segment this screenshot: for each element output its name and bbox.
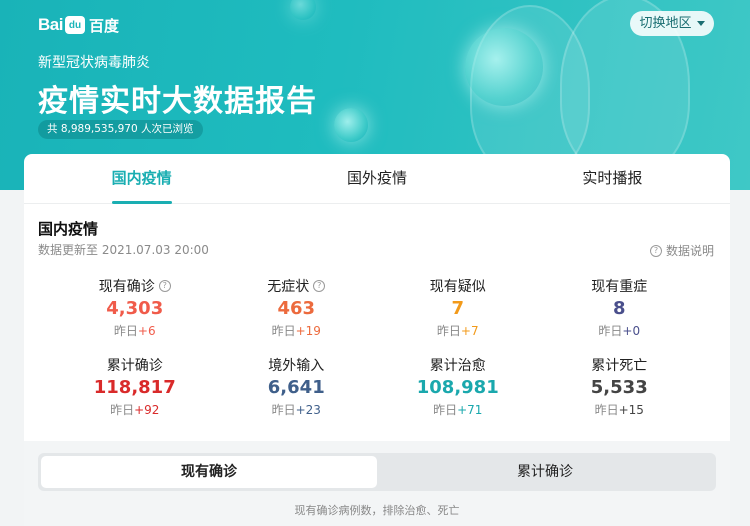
info-icon[interactable]: ? [313, 280, 326, 292]
stat-total-cured: 累计治愈 108,981 昨日+71 [377, 355, 539, 425]
stat-value: 108,981 [416, 377, 499, 398]
stat-total-deaths: 累计死亡 5,533 昨日+15 [539, 355, 701, 425]
chart-footnote: 现有确诊病例数，排除治愈、死亡 [294, 504, 460, 517]
data-note-link[interactable]: ? 数据说明 [649, 242, 714, 259]
delta-value: +6 [137, 324, 156, 338]
stats-card: 国内疫情 国外疫情 实时播报 国内疫情 数据更新至 2021.07.03 20:… [24, 154, 730, 526]
stat-value: 463 [277, 298, 316, 319]
delta-value: +19 [295, 324, 321, 338]
stat-label: 累计确诊 [106, 358, 163, 374]
virus-illustration-small [334, 108, 368, 142]
stat-delta: 昨日+92 [54, 401, 216, 417]
data-note-label: 数据说明 [665, 244, 714, 258]
stat-value: 118,817 [93, 377, 176, 398]
stat-total-confirmed: 累计确诊 118,817 昨日+92 [54, 355, 216, 425]
stat-delta: 昨日+7 [377, 322, 539, 338]
page-subtitle: 新型冠状病毒肺炎 [38, 55, 150, 71]
tab-domestic[interactable]: 国内疫情 [24, 154, 259, 204]
virus-illustration-large [465, 28, 543, 106]
delta-prefix: 昨日 [271, 403, 296, 417]
stat-label: 现有疑似 [429, 279, 486, 295]
stat-label: 境外输入 [268, 358, 325, 374]
delta-prefix: 昨日 [436, 324, 461, 338]
question-icon: ? [649, 244, 662, 257]
stat-value: 6,641 [267, 377, 325, 398]
stat-imported: 境外输入 6,641 昨日+23 [216, 355, 378, 425]
tab-bar: 国内疫情 国外疫情 实时播报 [24, 154, 730, 204]
chart-toggle: 现有确诊 累计确诊 [38, 453, 716, 491]
chart-toggle-area: 现有确诊 累计确诊 现有确诊病例数，排除治愈、死亡 [24, 441, 730, 526]
delta-value: +23 [295, 403, 321, 417]
stat-label: 无症状 [267, 279, 310, 295]
stat-delta: 昨日+6 [54, 322, 216, 338]
delta-prefix: 昨日 [433, 403, 458, 417]
toggle-current-confirmed[interactable]: 现有确诊 [41, 456, 377, 488]
delta-prefix: 昨日 [113, 324, 138, 338]
stat-value: 7 [451, 298, 465, 319]
page-title: 疫情实时大数据报告 [38, 84, 317, 119]
stat-label: 累计死亡 [591, 358, 648, 374]
stat-delta: 昨日+0 [539, 322, 701, 338]
stat-severe: 现有重症 8 昨日+0 [539, 276, 701, 346]
delta-prefix: 昨日 [594, 403, 619, 417]
logo-cn: 百度 [88, 17, 119, 35]
switch-region-label: 切换地区 [639, 16, 692, 31]
stat-value: 4,303 [106, 298, 164, 319]
delta-value: +15 [618, 403, 644, 417]
delta-prefix: 昨日 [598, 324, 623, 338]
stat-value: 5,533 [590, 377, 648, 398]
delta-prefix: 昨日 [271, 324, 296, 338]
stat-suspected: 现有疑似 7 昨日+7 [377, 276, 539, 346]
stat-label: 现有确诊 [98, 279, 155, 295]
delta-prefix: 昨日 [110, 403, 135, 417]
tab-overseas[interactable]: 国外疫情 [259, 154, 494, 203]
stat-delta: 昨日+19 [216, 322, 378, 338]
stat-delta: 昨日+15 [539, 401, 701, 417]
toggle-total-confirmed[interactable]: 累计确诊 [377, 456, 713, 488]
view-count-badge: 共 8,989,535,970 人次已浏览 [38, 120, 203, 139]
update-timestamp: 数据更新至 2021.07.03 20:00 [38, 243, 209, 257]
stat-delta: 昨日+71 [377, 401, 539, 417]
paw-icon: du [64, 16, 85, 34]
stat-value: 8 [612, 298, 626, 319]
baidu-logo[interactable]: Bai du 百度 [38, 14, 119, 36]
stats-grid: 现有确诊? 4,303 昨日+6 无症状? 463 昨日+19 现有疑似 7 昨… [54, 276, 700, 425]
info-icon[interactable]: ? [158, 280, 171, 292]
logo-latin: Bai [38, 15, 63, 34]
caret-down-icon [696, 21, 705, 26]
section-title: 国内疫情 [38, 220, 99, 238]
switch-region-button[interactable]: 切换地区 [630, 11, 714, 36]
delta-value: +92 [134, 403, 160, 417]
stat-label: 累计治愈 [429, 358, 486, 374]
tab-live-feed[interactable]: 实时播报 [495, 154, 730, 203]
stat-delta: 昨日+23 [216, 401, 378, 417]
stat-current-confirmed: 现有确诊? 4,303 昨日+6 [54, 276, 216, 346]
delta-value: +0 [622, 324, 641, 338]
delta-value: +71 [457, 403, 483, 417]
stat-label: 现有重症 [591, 279, 648, 295]
stat-asymptomatic: 无症状? 463 昨日+19 [216, 276, 378, 346]
virus-illustration-top [290, 0, 316, 20]
delta-value: +7 [460, 324, 479, 338]
